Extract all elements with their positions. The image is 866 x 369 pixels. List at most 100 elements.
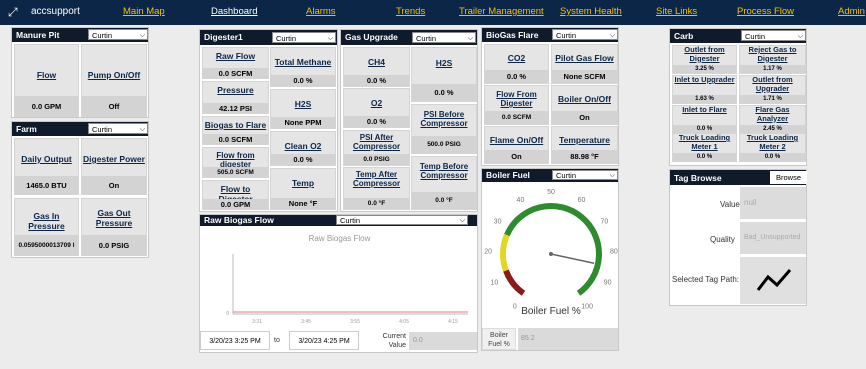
gas-out-pressure-label[interactable]: Gas Out Pressure (82, 208, 146, 228)
nav-trends[interactable]: Trends (396, 6, 425, 17)
nav-admin[interactable]: Admin (838, 6, 865, 17)
gas-upgrade-right-0-label[interactable]: H2S (412, 58, 476, 68)
digester1-site-select[interactable]: Curtin ⌵ (272, 32, 336, 43)
manure-flow-label[interactable]: Flow (15, 70, 78, 80)
chevron-down-icon: ⌵ (459, 217, 465, 224)
raw-biogas-title: Raw Biogas Flow (204, 215, 274, 225)
boiler-fuel-value-label: Boiler Fuel % (482, 328, 516, 350)
gas-in-pressure-tile: Gas In Pressure 0.0595000013709 l (14, 198, 79, 256)
gas-upgrade-right-2-value: 0.0 °F (435, 197, 453, 204)
manure-pit-panel: Manure Pit Curtin ⌵ Flow 0.0 GPM Pump On/… (11, 27, 149, 118)
carb-3-label[interactable]: Outlet from Upgrader (740, 75, 805, 93)
nav-system-health[interactable]: System Health (560, 6, 622, 17)
boiler-fuel-site-select[interactable]: Curtin ⌵ (552, 170, 618, 180)
gas-upgrade-left-0-tile: CH4 0.0 % (343, 47, 410, 87)
gas-in-pressure-value: 0.0595000013709 l (18, 242, 75, 249)
gas-upgrade-left-3-label[interactable]: Temp After Compressor (344, 170, 409, 188)
biogas-flare-5-tile: Temperature 88.98 °F (551, 126, 618, 164)
farm-site-select[interactable]: Curtin ⌵ (88, 123, 148, 134)
biogas-flare-0-value: 0.0 % (506, 72, 527, 81)
gas-upgrade-right-2-tile: Temp Before Compressor 0.0 °F (411, 156, 477, 210)
gas-upgrade-left-1-label[interactable]: O2 (344, 98, 409, 108)
digester-power-tile: Digester Power On (81, 138, 147, 195)
digester-left-2-label[interactable]: Biogas to Flare (203, 120, 268, 130)
digester-right-1-label[interactable]: H2S (271, 99, 335, 109)
carb-4-tile: Inlet to Flare 0.0 % (672, 105, 737, 134)
gas-upgrade-right-0-tile: H2S 0.0 % (411, 47, 477, 102)
digester-left-1-label[interactable]: Pressure (203, 85, 268, 95)
carb-7-label[interactable]: Truck Loading Meter 2 (740, 133, 805, 151)
tag-browse-header: Tag Browse Browse (670, 170, 807, 185)
digester-left-0-value: 0.0 SCFM (218, 68, 253, 78)
gas-upgrade-title: Gas Upgrade (345, 32, 398, 42)
nav-main-map[interactable]: Main Map (123, 6, 165, 17)
biogas-flare-5-value: 88.98 °F (570, 152, 599, 161)
gauge-green-band (504, 203, 602, 296)
gas-upgrade-site-select[interactable]: Curtin ⌵ (412, 32, 476, 43)
end-date-field[interactable]: 3/20/23 4:25 PM (289, 331, 359, 350)
biogas-flare-5-label[interactable]: Temperature (552, 135, 617, 145)
gas-upgrade-right-2-label[interactable]: Temp Before Compressor (412, 162, 476, 180)
daily-output-label[interactable]: Daily Output (15, 154, 78, 164)
digester-left-0-label[interactable]: Raw Flow (203, 51, 268, 61)
carb-header: Carb Curtin ⌵ (670, 29, 806, 43)
carb-5-label[interactable]: Flare Gas Analyzer (740, 105, 805, 123)
expand-arrows-icon[interactable]: ⤢ (8, 4, 24, 20)
carb-0-tile: Outlet from Digester 3.25 % (672, 45, 737, 74)
tag-browse-panel: Tag Browse Browse Value null Quality Bad… (669, 169, 807, 306)
digester-left-3-value: 505.0 SCFM (217, 168, 254, 176)
biogas-flare-0-label[interactable]: CO2 (485, 53, 548, 63)
biogas-flare-1-label[interactable]: Pilot Gas Flow (552, 53, 617, 63)
gas-upgrade-left-0-label[interactable]: CH4 (344, 57, 409, 67)
nav-process-flow[interactable]: Process Flow (737, 6, 794, 17)
start-date-field[interactable]: 3/20/23 3:25 PM (200, 331, 270, 350)
carb-2-label[interactable]: Inlet to Upgrader (673, 75, 736, 85)
nav-alarms[interactable]: Alarms (306, 6, 336, 17)
chart-y-tick: 0 (226, 311, 229, 317)
raw-biogas-site-select[interactable]: Curtin ⌵ (336, 215, 468, 225)
digester-right-2-tile: Clean O2 0.0 % (270, 131, 336, 166)
selected-tag-path-label: Selected Tag Path: (672, 275, 740, 284)
carb-1-label[interactable]: Reject Gas to Digester (740, 45, 805, 63)
digester-right-2-label[interactable]: Clean O2 (271, 141, 335, 151)
manure-pit-header: Manure Pit Curtin ⌵ (12, 28, 148, 42)
biogas-flare-3-label[interactable]: Boiler On/Off (552, 94, 617, 104)
carb-6-value: 0.0 % (696, 154, 713, 160)
gauge-title: Boiler Fuel % (521, 306, 581, 317)
gauge-tick: 90 (604, 280, 612, 287)
digester-left-2-value: 0.0 SCFM (218, 134, 253, 144)
biogas-flare-2-label[interactable]: Flow From Digester (485, 90, 548, 108)
farm-header: Farm Curtin ⌵ (12, 122, 148, 136)
digester-right-0-label[interactable]: Total Methane (271, 57, 335, 67)
digester-left-0-tile: Raw Flow 0.0 SCFM (202, 47, 269, 79)
biogas-flare-4-label[interactable]: Flame On/Off (485, 135, 548, 145)
raw-biogas-chart: 0 3:31 3:45 3:55 4:05 4:15 (226, 254, 468, 325)
raw-biogas-header: Raw Biogas Flow Curtin ⌵ (200, 215, 477, 226)
digester-power-label[interactable]: Digester Power (82, 154, 146, 164)
manure-flow-tile: Flow 0.0 GPM (14, 44, 79, 117)
carb-site-select[interactable]: Curtin ⌵ (741, 30, 806, 41)
digester-right-3-label[interactable]: Temp (271, 178, 335, 188)
biogas-flare-site-select[interactable]: Curtin ⌵ (552, 29, 618, 40)
biogas-flare-1-tile: Pilot Gas Flow None SCFM (551, 44, 618, 84)
gauge-tick: 60 (578, 197, 586, 204)
carb-5-tile: Flare Gas Analyzer 2.45 % (739, 105, 806, 134)
carb-4-label[interactable]: Inlet to Flare (673, 105, 736, 115)
manure-pump-tile: Pump On/Off Off (81, 44, 147, 117)
digester-left-3-tile: Flow from digester 505.0 SCFM (202, 147, 269, 178)
nav-dashboard[interactable]: Dashboard (211, 6, 257, 17)
nav-trailer-management[interactable]: Trailer Management (459, 6, 544, 17)
digester-right-1-tile: H2S None PPM (270, 89, 336, 129)
manure-pit-site-select[interactable]: Curtin ⌵ (88, 29, 148, 40)
browse-button[interactable]: Browse (770, 171, 807, 184)
manure-pump-label[interactable]: Pump On/Off (82, 70, 146, 80)
gas-upgrade-left-2-label[interactable]: PSI After Compressor (344, 133, 409, 151)
biogas-flare-4-value: On (511, 152, 522, 161)
carb-0-label[interactable]: Outlet from Digester (673, 45, 736, 63)
trend-icon-box[interactable] (740, 257, 806, 304)
gas-in-pressure-label[interactable]: Gas In Pressure (15, 211, 78, 231)
nav-site-links[interactable]: Site Links (656, 6, 697, 17)
digester-left-1-value: 42.12 PSI (219, 103, 252, 113)
carb-6-label[interactable]: Truck Loading Meter 1 (673, 133, 736, 151)
gas-upgrade-right-1-label[interactable]: PSI Before Compressor (412, 110, 476, 128)
